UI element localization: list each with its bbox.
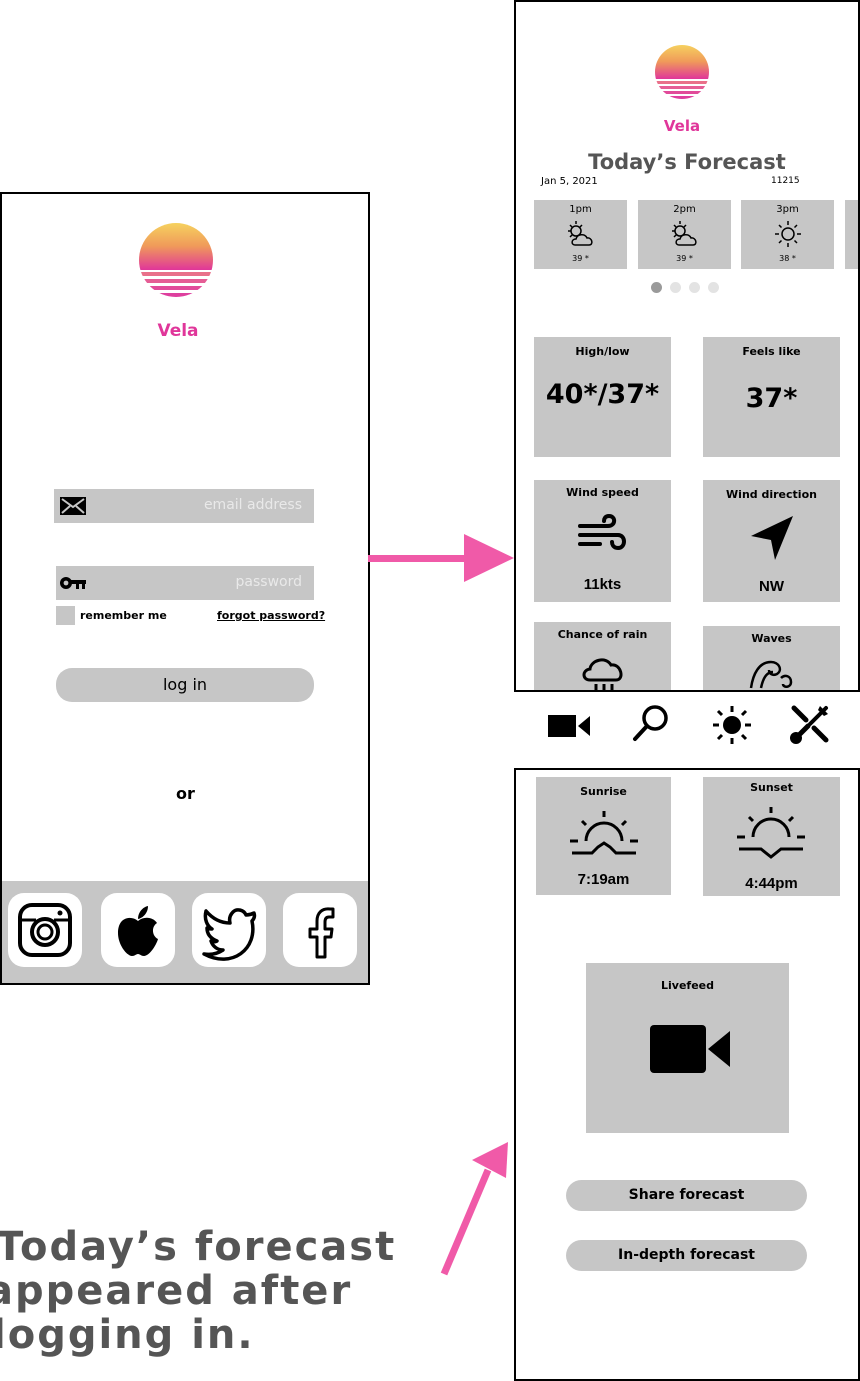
carousel-dot[interactable]: [708, 282, 719, 293]
apple-icon: [118, 906, 158, 956]
livefeed-label: Livefeed: [661, 979, 714, 992]
forecast-date: Jan 5, 2021: [541, 176, 598, 187]
instagram-icon: [18, 903, 72, 957]
instagram-button[interactable]: [8, 893, 82, 967]
forgot-password-link[interactable]: forgot password?: [217, 609, 325, 622]
brand-name: Vela: [157, 321, 199, 341]
password-placeholder: password: [235, 574, 302, 590]
apple-button[interactable]: [101, 893, 175, 967]
hour-temp: 38 *: [779, 254, 796, 263]
hour-card-partial[interactable]: [845, 200, 858, 269]
search-icon[interactable]: [630, 702, 672, 744]
partly-cloudy-icon: [568, 221, 593, 246]
twitter-button[interactable]: [192, 893, 266, 967]
login-button[interactable]: log in: [56, 668, 314, 702]
arrow-right: [368, 534, 514, 582]
sun-icon: [775, 221, 801, 247]
feels-like-value: 37*: [745, 383, 798, 414]
hour-card[interactable]: 2pm 39 *: [638, 200, 731, 269]
chance-of-rain-tile: Chance of rain: [534, 622, 671, 692]
carousel-dot-active[interactable]: [651, 282, 662, 293]
high-low-tile: High/low 40*/37*: [534, 337, 671, 457]
sunrise-tile: Sunrise 7:19am: [536, 777, 671, 895]
email-placeholder: email address: [203, 497, 302, 513]
facebook-button[interactable]: [283, 893, 357, 967]
tools-icon[interactable]: [788, 702, 832, 746]
navigation-arrow-icon: [751, 516, 793, 560]
in-depth-forecast-button[interactable]: In-depth forecast: [566, 1240, 807, 1271]
arrow-diagonal: [440, 1142, 508, 1276]
feels-like-label: Feels like: [742, 345, 801, 358]
forecast-zip: 11215: [771, 176, 800, 186]
remember-label: remember me: [80, 609, 167, 622]
chance-of-rain-label: Chance of rain: [557, 628, 648, 641]
facebook-icon: [308, 907, 335, 959]
email-field[interactable]: email address: [54, 489, 314, 523]
caption-line: Today’s forecast: [0, 1224, 397, 1270]
carousel-dot[interactable]: [670, 282, 681, 293]
wind-speed-tile: Wind speed 11kts: [534, 480, 671, 602]
remember-checkbox[interactable]: [56, 606, 75, 625]
video-camera-icon[interactable]: [546, 710, 592, 742]
key-icon: [60, 577, 86, 589]
video-camera-icon: [650, 1025, 730, 1073]
livefeed-tile[interactable]: Livefeed: [586, 963, 789, 1133]
wind-speed-value: 11kts: [583, 576, 622, 593]
waves-label: Waves: [751, 632, 792, 645]
sunrise-icon: [570, 811, 638, 855]
envelope-icon: [60, 497, 86, 515]
brand-name: Vela: [663, 117, 701, 135]
hour-temp: 39 *: [572, 254, 589, 263]
sun-icon[interactable]: [709, 702, 755, 748]
hour-temp: 39 *: [676, 254, 693, 263]
twitter-icon: [202, 908, 257, 961]
hour-time: 3pm: [776, 204, 799, 215]
hour-card[interactable]: 1pm 39 *: [534, 200, 627, 269]
wind-direction-value: NW: [759, 578, 784, 595]
sunrise-label: Sunrise: [580, 785, 627, 798]
password-field[interactable]: password: [56, 566, 314, 600]
waves-icon: [749, 660, 793, 689]
high-low-label: High/low: [575, 345, 630, 358]
wind-direction-label: Wind direction: [726, 488, 817, 501]
wind-speed-label: Wind speed: [566, 486, 639, 499]
vela-logo: [139, 223, 213, 297]
or-label: or: [176, 784, 195, 803]
partly-cloudy-icon: [672, 221, 697, 246]
rain-cloud-icon: [582, 658, 623, 690]
hour-card[interactable]: 3pm 38 *: [741, 200, 834, 269]
caption-line: appeared after: [0, 1268, 353, 1314]
high-low-value: 40*/37*: [545, 379, 660, 410]
sunrise-value: 7:19am: [577, 871, 630, 888]
wind-direction-tile: Wind direction NW: [703, 480, 840, 602]
wind-icon: [578, 513, 626, 551]
sunset-tile: Sunset 4:44pm: [703, 777, 840, 896]
hour-time: 2pm: [673, 204, 696, 215]
waves-tile: Waves: [703, 626, 840, 692]
sunset-label: Sunset: [750, 781, 793, 794]
feels-like-tile: Feels like 37*: [703, 337, 840, 457]
sunset-icon: [737, 807, 805, 859]
share-forecast-button[interactable]: Share forecast: [566, 1180, 807, 1211]
caption-line: logging in.: [0, 1312, 255, 1358]
hour-time: 1pm: [569, 204, 592, 215]
sunset-value: 4:44pm: [745, 875, 798, 892]
page-title: Today’s Forecast: [588, 150, 786, 174]
carousel-dot[interactable]: [689, 282, 700, 293]
caption: Today’s forecast appeared after logging …: [0, 1225, 400, 1357]
vela-logo: [655, 45, 709, 99]
